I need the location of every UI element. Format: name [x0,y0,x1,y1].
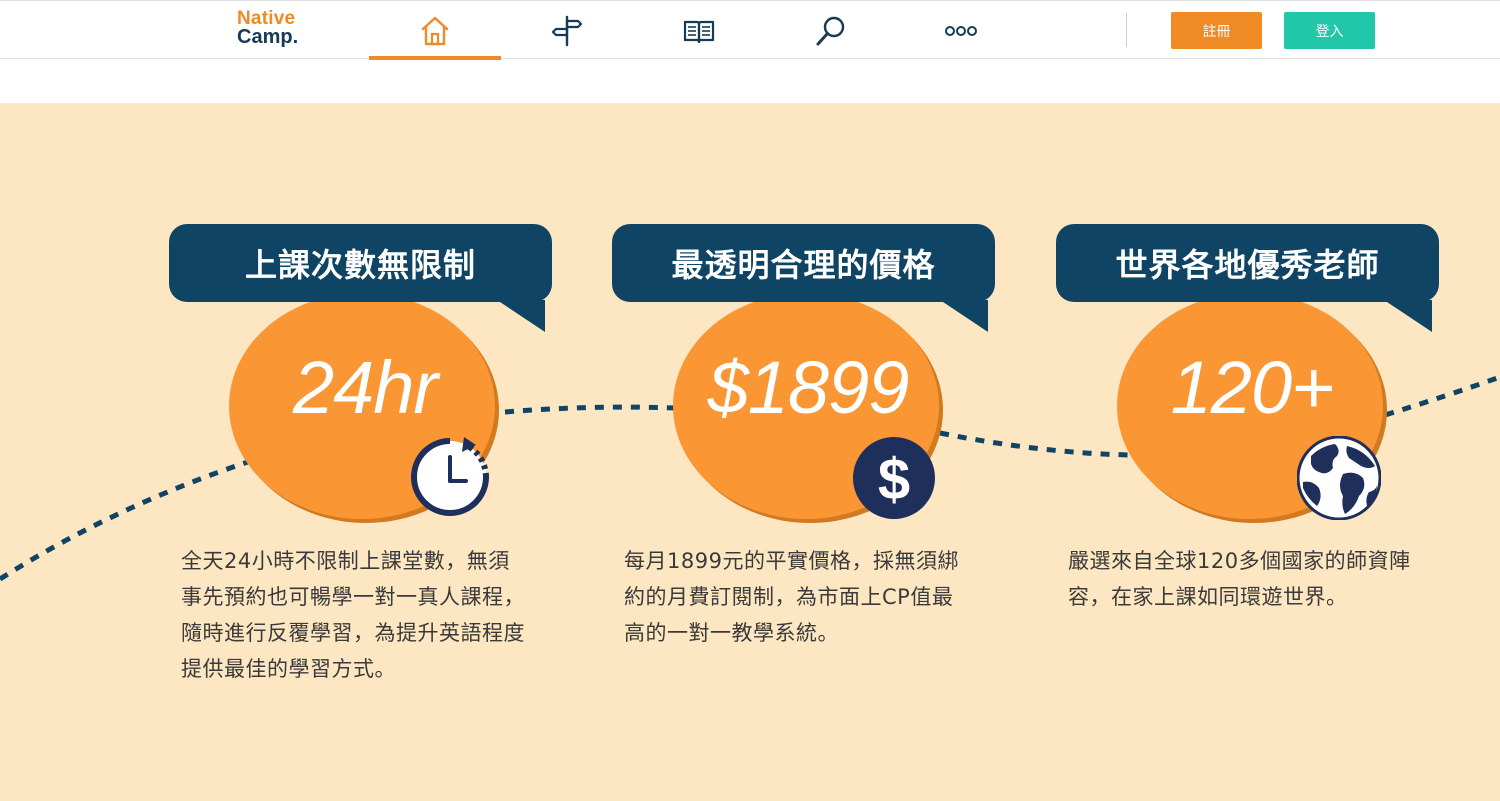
search-icon [816,16,845,45]
feature-description: 全天24小時不限制上課堂數，無須事先預約也可暢學一對一真人課程，隨時進行反覆學習… [181,549,525,681]
home-icon [421,16,449,45]
feature-big-number: $1899 [707,346,910,429]
nav-search[interactable] [765,1,897,60]
nav-more[interactable] [895,1,1027,60]
top-nav-bar: Native Camp. 註冊 登入 [0,0,1500,60]
feature-title: 上課次數無限制 [169,224,552,302]
feature-description: 嚴選來自全球120多個國家的師資陣容，在家上課如同環遊世界。 [1068,549,1411,609]
bubble-tail [497,300,545,332]
nav-materials[interactable] [633,1,765,60]
nav-divider [1126,13,1127,47]
bubble-tail [940,300,988,332]
globe-icon [1297,436,1381,520]
feature-description: 每月1899元的平實價格，採無須綁約的月費訂閱制，為市面上CP值最高的一對一教學… [624,549,959,645]
nav-courses[interactable] [501,1,633,60]
svg-text:$: $ [878,447,910,512]
dollar-icon: $ [853,437,935,519]
book-icon [683,20,715,43]
signpost-icon [551,15,583,46]
feature-title: 最透明合理的價格 [612,224,995,302]
more-icon [945,25,977,36]
nav-home[interactable] [369,1,501,60]
login-button[interactable]: 登入 [1284,12,1375,49]
features-section: 24hr 上課次數無限制 全天24小時不限制上課堂數，無須事先預約也可暢學一對一… [0,103,1500,801]
clock-icon [411,437,489,516]
native-camp-logo[interactable]: Native Camp. [237,9,298,47]
feature-title: 世界各地優秀老師 [1056,224,1439,302]
feature-big-number: 120+ [1170,346,1335,429]
bubble-tail [1384,300,1432,332]
register-button[interactable]: 註冊 [1171,12,1262,49]
feature-big-number: 24hr [292,346,438,429]
